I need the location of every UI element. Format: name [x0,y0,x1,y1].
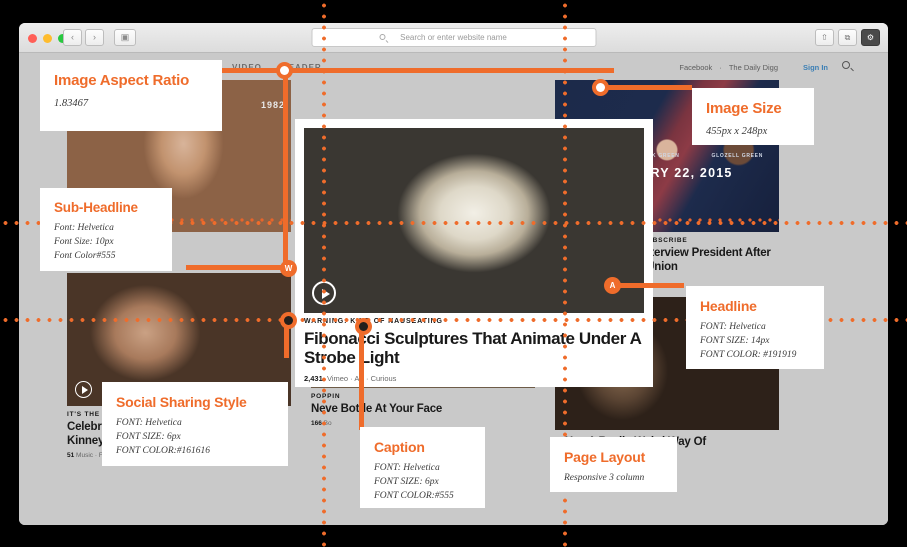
marker-headline: A [604,277,621,294]
play-icon[interactable] [75,381,92,398]
address-bar-placeholder: Search or enter website name [400,33,507,42]
annotation-line: FONT COLOR:#555 [374,490,471,504]
annotation-line: 1.83467 [54,96,208,111]
screenshot-root: ‹ › ▣ Search or enter website name ⇧ ⧉ ⚙… [0,0,907,547]
annotation-line: FONT: Helvetica [116,417,274,431]
annotation-body: Responsive 3 column [564,472,663,486]
name-glozell-green: GLOZELL GREEN [712,153,764,159]
forward-button[interactable]: › [85,29,104,46]
connector-aspect-vertical [283,68,288,270]
annotation-page-layout: Page Layout Responsive 3 column [550,437,677,492]
close-window-icon[interactable] [28,34,37,43]
annotation-title: Social Sharing Style [116,394,274,410]
annotation-title: Caption [374,439,471,455]
annotation-line: FONT: Helvetica [700,321,810,335]
annotation-line: 455px x 248px [706,124,800,139]
site-nav-right[interactable]: Facebook · The Daily Digg [679,63,778,72]
annotation-body: Font: Helvetica Font Size: 10px Font Col… [54,222,158,263]
back-button[interactable]: ‹ [63,29,82,46]
sign-in-link[interactable]: Sign In [803,63,828,72]
annotation-caption: Caption FONT: Helvetica FONT SIZE: 6px F… [360,427,485,508]
annotation-line: Font: Helvetica [54,222,158,236]
minimize-window-icon[interactable] [43,34,52,43]
navigation-buttons[interactable]: ‹ › ▣ [63,29,136,46]
annotation-body: FONT: Helvetica FONT SIZE: 6px FONT COLO… [374,462,471,503]
card-digg-count: 166 [311,420,322,427]
annotation-social-sharing-style: Social Sharing Style FONT: Helvetica FON… [102,382,288,466]
marker-social-sharing [280,312,297,329]
annotation-line: Font Color#555 [54,250,158,264]
gear-icon: ⚙ [862,33,879,43]
annotation-image-aspect-ratio: Image Aspect Ratio 1.83467 [40,60,222,131]
feature-digg-count: 2,431 [304,374,323,383]
settings-button[interactable]: ⚙ [861,29,880,46]
marker-caption [355,318,372,335]
card-meta: 166 Bo [311,420,535,427]
annotation-line: FONT COLOR:#161616 [116,445,274,459]
annotation-line: Font Size: 10px [54,236,158,250]
marker-sub-headline: W [280,260,297,277]
marker-aspect-ratio [276,62,293,79]
connector-sub-headline [186,265,290,270]
sidebar-toggle-icon[interactable]: ▣ [114,29,136,46]
annotation-body: FONT: Helvetica FONT SIZE: 6px FONT COLO… [116,417,274,458]
share-icon: ⇧ [816,33,833,43]
annotation-body: 1.83467 [54,96,208,111]
site-search-icon[interactable] [842,61,850,69]
address-bar-wrap: Search or enter website name [311,28,596,47]
annotation-line: FONT SIZE: 14px [700,335,810,349]
annotation-line: FONT SIZE: 6px [374,476,471,490]
search-icon [379,34,385,40]
feature-headline[interactable]: Fibonacci Sculptures That Animate Under … [304,329,644,367]
browser-toolbar: ‹ › ▣ Search or enter website name ⇧ ⧉ ⚙ [19,23,888,53]
annotation-line: FONT COLOR: #191919 [700,349,810,363]
annotation-title: Page Layout [564,449,663,465]
card-headline[interactable]: Neve Bottle At Your Face [311,402,535,416]
connector-caption-vertical [359,326,364,430]
marker-image-size [592,79,609,96]
annotation-body: FONT: Helvetica FONT SIZE: 14px FONT COL… [700,321,810,362]
annotation-title: Sub-Headline [54,200,158,215]
connector-image-size [600,85,692,90]
annotation-line: FONT: Helvetica [374,462,471,476]
window-controls[interactable] [28,34,67,43]
connector-aspect-top [286,68,614,73]
share-button[interactable]: ⇧ [815,29,834,46]
annotation-headline: Headline FONT: Helvetica FONT SIZE: 14px… [686,286,824,369]
feature-article[interactable]: WARNING: KIND OF NAUSEATING Fibonacci Sc… [295,119,653,387]
tabs-button[interactable]: ⧉ [838,29,857,46]
annotation-line: FONT SIZE: 6px [116,431,274,445]
annotation-sub-headline: Sub-Headline Font: Helvetica Font Size: … [40,188,172,271]
nav-separator: · [719,63,722,72]
feature-meta: 2,431 Vimeo · Art · Curious [304,374,644,383]
address-bar[interactable]: Search or enter website name [311,28,596,47]
tabs-icon: ⧉ [839,33,856,43]
annotation-body: 455px x 248px [706,124,800,139]
vertical-guide-left [322,0,326,547]
annotation-line: Responsive 3 column [564,472,663,486]
annotation-title: Image Size [706,100,800,117]
nav-link-facebook[interactable]: Facebook [679,63,712,72]
toolbar-right-buttons[interactable]: ⇧ ⧉ ⚙ [815,29,880,46]
card-kicker: POPPIN [311,393,535,400]
annotation-title: Headline [700,298,810,314]
connector-headline [612,283,684,288]
card-digg-count: 51 [67,452,74,459]
annotation-image-size: Image Size 455px x 248px [692,88,814,145]
nav-link-daily-digg[interactable]: The Daily Digg [729,63,778,72]
annotation-title: Image Aspect Ratio [54,72,208,89]
